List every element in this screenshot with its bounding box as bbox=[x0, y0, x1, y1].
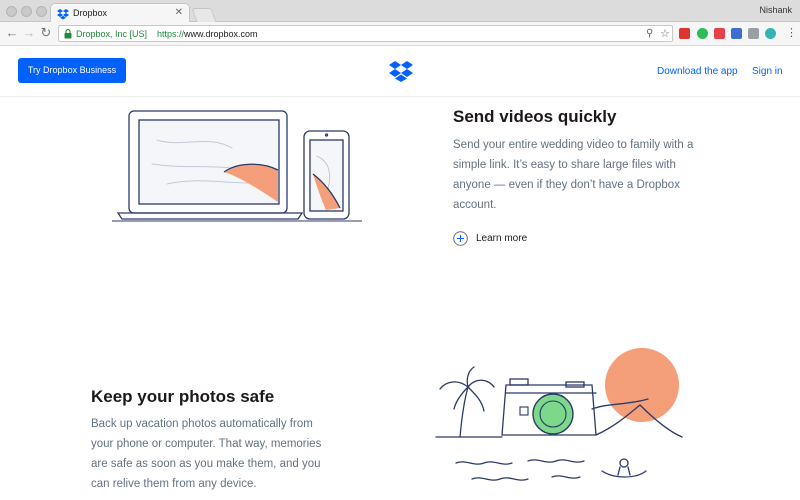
photos-description-line: your phone or computer. That way, memori… bbox=[91, 438, 322, 450]
address-bar[interactable]: Dropbox, Inc [US] https://www.dropbox.co… bbox=[58, 25, 673, 42]
videos-description: Send your entire wedding video to family… bbox=[453, 135, 693, 215]
back-icon[interactable]: ← bbox=[4, 25, 20, 41]
videos-description-line: account. bbox=[453, 199, 497, 211]
extension-pocket-icon[interactable] bbox=[714, 28, 725, 39]
browser-tab-dropbox[interactable]: Dropbox ✕ bbox=[50, 3, 190, 23]
camera-beach-illustration bbox=[435, 348, 683, 481]
photos-heading: Keep your photos safe bbox=[91, 387, 275, 406]
reload-icon[interactable]: ↻ bbox=[38, 25, 54, 41]
key-icon[interactable]: ⚲ bbox=[646, 28, 653, 39]
url-scheme: https:// bbox=[157, 29, 185, 39]
certificate-label[interactable]: Dropbox, Inc [US] bbox=[76, 29, 147, 39]
learn-more-label: Learn more bbox=[476, 233, 528, 244]
photos-description-line: can relive them from any device. bbox=[91, 478, 257, 490]
photos-description: Back up vacation photos automatically fr… bbox=[91, 414, 321, 494]
download-app-link[interactable]: Download the app bbox=[657, 66, 738, 77]
forward-icon[interactable]: → bbox=[21, 25, 37, 41]
new-tab-button[interactable] bbox=[191, 8, 217, 22]
tab-close-icon[interactable]: ✕ bbox=[175, 7, 183, 19]
videos-description-line: simple link. It’s easy to share large fi… bbox=[453, 159, 676, 171]
try-business-button[interactable]: Try Dropbox Business bbox=[18, 58, 126, 83]
browser-titlebar: Dropbox ✕ Nishank bbox=[0, 0, 800, 23]
browser-toolbar: ← → ↻ Dropbox, Inc [US] https://www.drop… bbox=[0, 22, 800, 46]
tab-title: Dropbox bbox=[73, 8, 108, 18]
site-header: Try Dropbox Business Download the app Si… bbox=[0, 46, 800, 97]
url-text[interactable]: https://www.dropbox.com bbox=[157, 29, 258, 39]
extension-grammarly-icon[interactable] bbox=[697, 28, 708, 39]
window-close-button[interactable] bbox=[6, 6, 17, 17]
dropbox-icon bbox=[57, 9, 69, 20]
bookmark-star-icon[interactable]: ☆ bbox=[660, 27, 670, 40]
extension-grey-icon[interactable] bbox=[748, 28, 759, 39]
window-minimize-button[interactable] bbox=[21, 6, 32, 17]
photos-description-line: are safe as soon as you make them, and y… bbox=[91, 458, 321, 470]
browser-menu-icon[interactable]: ⋮ bbox=[786, 25, 797, 41]
videos-description-line: Send your entire wedding video to family… bbox=[453, 139, 694, 151]
plus-circle-icon bbox=[453, 231, 468, 246]
sign-in-link[interactable]: Sign in bbox=[752, 66, 783, 77]
videos-heading: Send videos quickly bbox=[453, 107, 617, 126]
window-zoom-button[interactable] bbox=[36, 6, 47, 17]
url-host: www.dropbox.com bbox=[184, 29, 258, 39]
lock-icon bbox=[64, 29, 72, 39]
laptop-phone-illustration bbox=[112, 110, 362, 222]
dropbox-logo-icon[interactable] bbox=[389, 60, 413, 82]
profile-name[interactable]: Nishank bbox=[759, 5, 792, 15]
extension-red-icon[interactable] bbox=[679, 28, 690, 39]
extension-teal-icon[interactable] bbox=[765, 28, 776, 39]
photos-description-line: Back up vacation photos automatically fr… bbox=[91, 418, 313, 430]
videos-description-line: anyone — even if they don’t have a Dropb… bbox=[453, 179, 680, 191]
extension-blue-icon[interactable] bbox=[731, 28, 742, 39]
